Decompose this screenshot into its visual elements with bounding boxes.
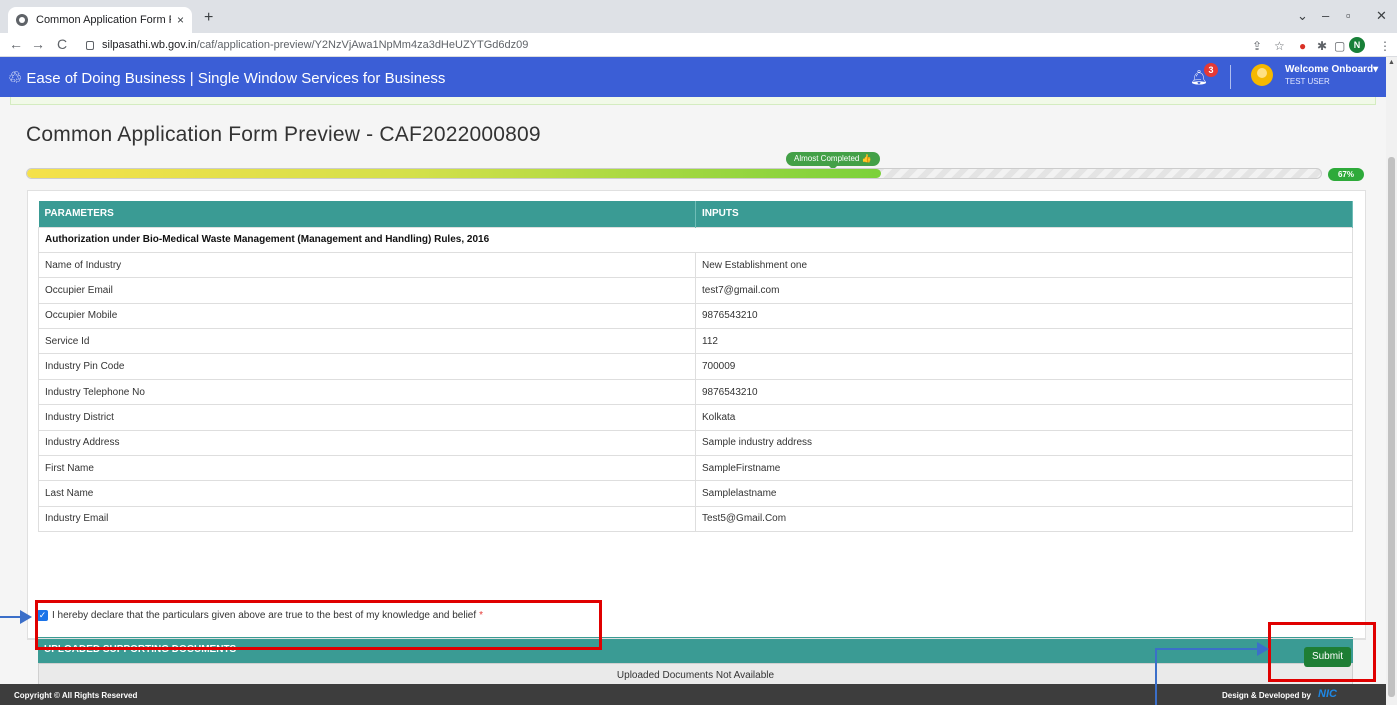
table-row: Industry District Kolkata <box>38 404 1353 431</box>
declaration-arrow-icon <box>20 610 32 624</box>
parameter-value: Sample industry address <box>695 429 1353 457</box>
page-scrollbar[interactable]: ▲ <box>1386 57 1397 705</box>
network-logo-icon: ♲ <box>8 70 23 87</box>
progress-label: Almost Completed 👍 <box>786 152 880 170</box>
submit-arrow-horizontal-line <box>1155 648 1259 650</box>
declaration-arrow-line <box>0 616 22 618</box>
page-title: Common Application Form Preview - CAF202… <box>26 123 541 146</box>
address-bar: ← → C silpasathi.wb.gov.in /caf/applicat… <box>0 33 1397 57</box>
tab-search-icon[interactable]: ⌄ <box>1297 8 1308 24</box>
browser-tab-bar: Common Application Form Previ × + ⌄ – ▫ … <box>0 0 1397 33</box>
section-title: Authorization under Bio-Medical Waste Ma… <box>38 226 1353 253</box>
declaration-highlight-box <box>35 600 602 650</box>
side-panel-icon[interactable]: ▢ <box>1334 39 1345 53</box>
preview-panel: PARAMETERS INPUTS Authorization under Bi… <box>27 190 1366 688</box>
progress-fill <box>27 169 882 178</box>
parameter-name: Occupier Mobile <box>38 302 696 330</box>
progress-bar <box>26 168 1322 179</box>
parameter-name: Industry District <box>38 404 696 431</box>
brand-title: Ease of Doing Business | Single Window S… <box>26 69 446 87</box>
header-divider <box>1230 65 1231 89</box>
tab-close-button[interactable]: × <box>177 13 184 27</box>
app-header: ♲ Ease of Doing Business | Single Window… <box>0 57 1386 97</box>
extension-icon[interactable]: ● <box>1299 39 1306 53</box>
scroll-up-icon[interactable]: ▲ <box>1388 59 1395 66</box>
back-button[interactable]: ← <box>9 36 23 52</box>
caret-down-icon: ▾ <box>1373 64 1379 75</box>
table-row: Occupier Email test7@gmail.com <box>38 277 1353 304</box>
table-row: Industry Address Sample industry address <box>38 429 1353 457</box>
parameter-name: Name of Industry <box>38 251 696 279</box>
parameter-value: Test5@Gmail.Com <box>695 505 1353 533</box>
globe-icon <box>16 14 28 26</box>
table-row: Occupier Mobile 9876543210 <box>38 302 1353 330</box>
parameter-name: Industry Pin Code <box>38 353 696 380</box>
parameter-value: Samplelastname <box>695 480 1353 507</box>
parameter-name: Occupier Email <box>38 277 696 304</box>
parameter-value: test7@gmail.com <box>695 277 1353 304</box>
table-row: Last Name Samplelastname <box>38 480 1353 507</box>
progress-percent: 67% <box>1328 168 1364 181</box>
welcome-text: Welcome Onboard <box>1285 64 1374 75</box>
browser-menu-icon[interactable]: ⋮ <box>1379 39 1391 53</box>
parameter-name: Industry Email <box>38 505 696 533</box>
url-host: silpasathi.wb.gov.in <box>102 39 197 51</box>
table-row: Industry Email Test5@Gmail.Com <box>38 505 1353 533</box>
restore-icon[interactable]: ▫ <box>1346 8 1351 23</box>
browser-tab[interactable]: Common Application Form Previ × <box>8 7 192 33</box>
extensions-puzzle-icon[interactable]: ✱ <box>1317 39 1327 53</box>
parameter-value: New Establishment one <box>695 251 1353 279</box>
table-row: Industry Telephone No 9876543210 <box>38 378 1353 406</box>
parameter-name: Industry Telephone No <box>38 378 696 406</box>
welcome-dropdown[interactable]: Welcome Onboard▾ <box>1285 64 1378 75</box>
table-row: Service Id 112 <box>38 328 1353 355</box>
parameter-value: SampleFirstname <box>695 455 1353 482</box>
new-tab-button[interactable]: + <box>204 9 213 27</box>
bookmark-star-icon[interactable]: ☆ <box>1274 39 1285 53</box>
share-icon[interactable]: ⇪ <box>1252 39 1262 53</box>
brand[interactable]: ♲ Ease of Doing Business | Single Window… <box>8 68 445 88</box>
parameter-name: Industry Address <box>38 429 696 457</box>
submit-arrow-icon <box>1257 642 1269 656</box>
url-field[interactable]: silpasathi.wb.gov.in /caf/application-pr… <box>86 36 1226 54</box>
minimize-icon[interactable]: – <box>1322 8 1329 23</box>
parameter-value: Kolkata <box>695 404 1353 431</box>
notification-badge: 3 <box>1204 63 1218 77</box>
submit-arrow-vertical-line <box>1155 648 1157 705</box>
parameter-name: Service Id <box>38 328 696 355</box>
page-footer: Copyright © All Rights Reserved Design &… <box>0 684 1386 705</box>
table-row: Name of Industry New Establishment one <box>38 251 1353 279</box>
user-name: TEST USER <box>1285 77 1330 86</box>
table-row: First Name SampleFirstname <box>38 455 1353 482</box>
column-header-parameters: PARAMETERS <box>38 201 696 227</box>
profile-avatar[interactable]: N <box>1349 37 1365 53</box>
scrollbar-thumb[interactable] <box>1388 157 1395 697</box>
credit-text: Design & Developed by <box>1222 691 1311 700</box>
copyright-text: Copyright © All Rights Reserved <box>14 691 138 700</box>
nic-logo: NIC <box>1318 688 1337 700</box>
close-window-icon[interactable]: ✕ <box>1376 8 1387 24</box>
parameter-value: 112 <box>695 328 1353 355</box>
submit-highlight-box <box>1268 622 1376 682</box>
alert-strip <box>10 97 1376 105</box>
parameter-value: 700009 <box>695 353 1353 380</box>
main-content: Common Application Form Preview - CAF202… <box>0 97 1386 688</box>
forward-button[interactable]: → <box>31 36 45 52</box>
parameter-value: 9876543210 <box>695 378 1353 406</box>
reload-button[interactable]: C <box>57 36 67 52</box>
parameter-value: 9876543210 <box>695 302 1353 330</box>
parameter-name: Last Name <box>38 480 696 507</box>
tab-title: Common Application Form Previ <box>36 14 171 26</box>
table-row: Industry Pin Code 700009 <box>38 353 1353 380</box>
column-header-inputs: INPUTS <box>695 201 1353 227</box>
parameter-name: First Name <box>38 455 696 482</box>
user-avatar[interactable] <box>1251 64 1273 86</box>
parameters-table: PARAMETERS INPUTS Authorization under Bi… <box>38 201 1353 533</box>
url-path: /caf/application-preview/Y2NzVjAwa1NpMm4… <box>196 39 529 51</box>
lock-icon <box>86 40 94 50</box>
